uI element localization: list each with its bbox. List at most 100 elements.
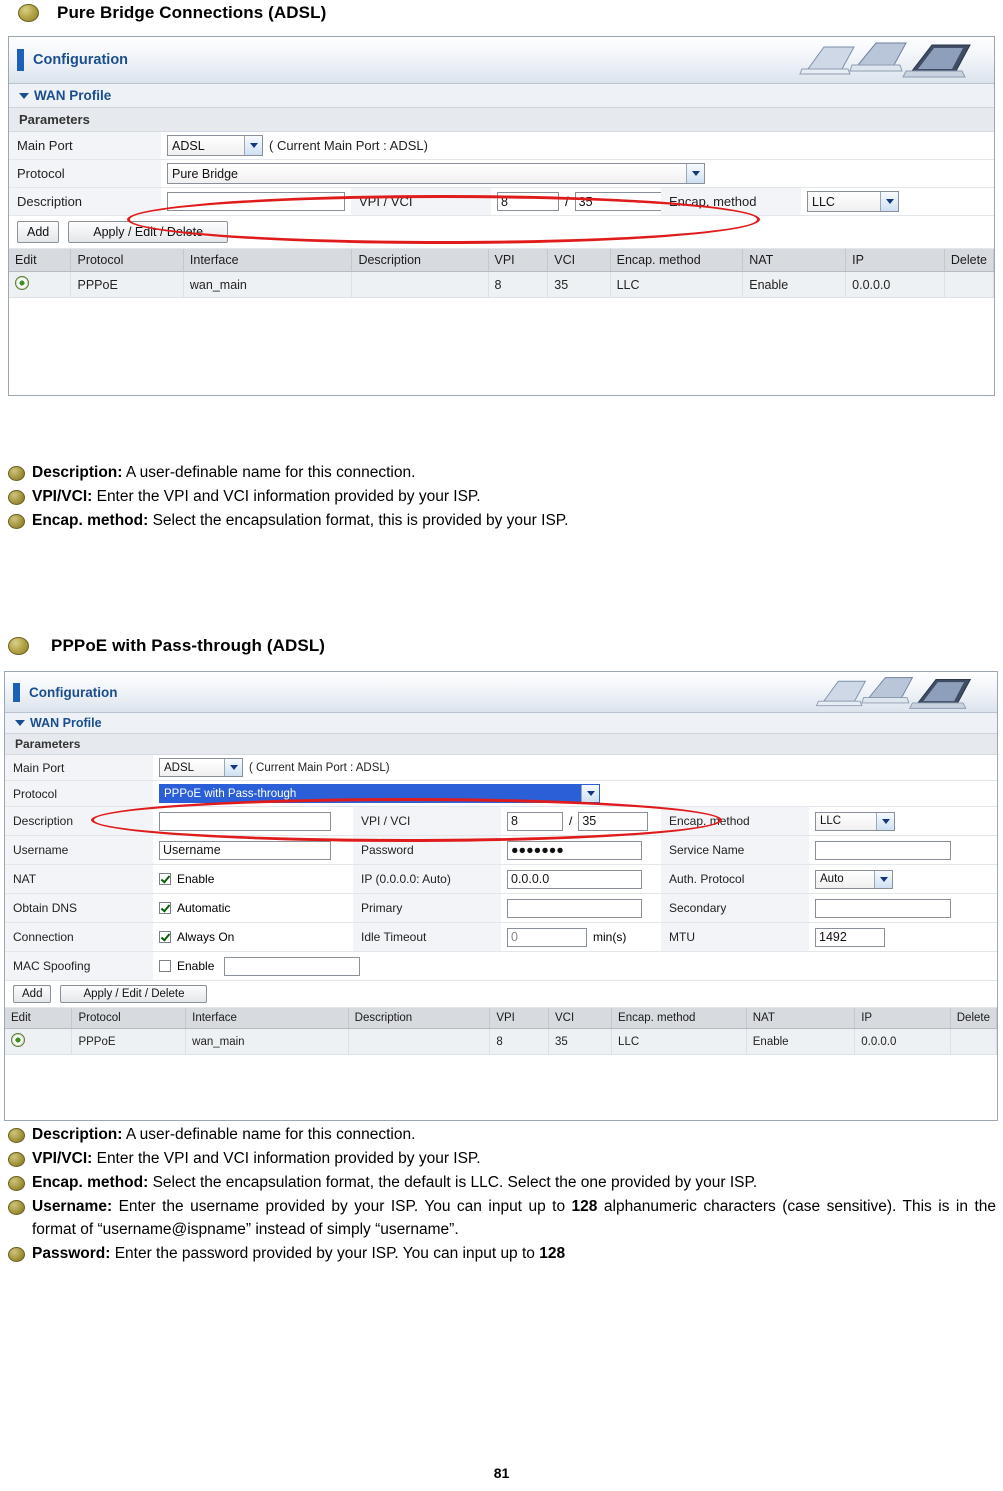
th-interface: Interface xyxy=(183,249,353,272)
always-on-checkbox[interactable] xyxy=(159,931,171,943)
th-ip: IP xyxy=(854,1008,951,1029)
cell-edit-radio[interactable] xyxy=(5,1028,73,1055)
main-port-select[interactable]: ADSL xyxy=(167,135,263,156)
nat-enable-checkbox[interactable] xyxy=(159,873,171,885)
bullet-vpi-vci: VPI/VCI: Enter the VPI and VCI informati… xyxy=(8,1148,996,1171)
description-input[interactable] xyxy=(167,192,345,211)
bullet-text: Username: Enter the username provided by… xyxy=(32,1196,996,1242)
add-button[interactable]: Add xyxy=(17,221,60,243)
primary-dns-input[interactable] xyxy=(507,898,642,918)
row-mac-spoofing: MAC Spoofing Enable xyxy=(5,952,997,981)
section-title-text: Pure Bridge Connections (ADSL) xyxy=(57,3,327,22)
cell-vpi: 8 xyxy=(489,1028,549,1055)
bullet-ball-icon xyxy=(8,1175,25,1191)
field-secondary-dns xyxy=(809,896,957,921)
collapse-caret-icon[interactable] xyxy=(15,720,25,726)
wan-profile-label: WAN Profile xyxy=(34,88,112,103)
field-mtu xyxy=(809,925,891,950)
description-input[interactable] xyxy=(159,811,331,831)
bullet-ball-icon xyxy=(8,1199,25,1215)
mtu-input[interactable] xyxy=(815,927,885,947)
edit-radio-icon[interactable] xyxy=(11,1033,25,1047)
encap-method-value: LLC xyxy=(820,815,842,827)
apply-edit-delete-button[interactable]: Apply / Edit / Delete xyxy=(60,985,208,1003)
chevron-down-icon[interactable] xyxy=(224,759,242,776)
field-vpi-vci: / xyxy=(501,809,661,834)
bullets-pppoe-passthrough: Description: A user-definable name for t… xyxy=(8,1124,996,1267)
bullet-description: Description: A user-definable name for t… xyxy=(8,1124,996,1147)
vpi-input[interactable] xyxy=(507,811,563,831)
th-edit: Edit xyxy=(9,249,72,272)
edit-radio-icon[interactable] xyxy=(15,276,29,290)
wan-profile-table: Edit Protocol Interface Description VPI … xyxy=(5,1008,998,1055)
chevron-down-icon[interactable] xyxy=(874,870,892,888)
row-main-port: Main Port ADSL ( Current Main Port : ADS… xyxy=(5,755,997,781)
encap-method-select[interactable]: LLC xyxy=(815,811,895,831)
cell-vci: 35 xyxy=(547,271,611,298)
collapse-caret-icon[interactable] xyxy=(19,93,29,99)
encap-method-select[interactable]: LLC xyxy=(807,191,899,212)
parameters-title: Parameters xyxy=(9,108,994,132)
chevron-down-icon[interactable] xyxy=(876,812,894,830)
bullet-label: VPI/VCI: xyxy=(32,1149,93,1167)
obtain-dns-automatic-checkbox[interactable] xyxy=(159,902,171,914)
field-nat: Enable xyxy=(153,869,353,889)
vpi-input[interactable] xyxy=(497,192,559,211)
cell-delete[interactable] xyxy=(950,1028,998,1055)
add-button[interactable]: Add xyxy=(13,985,52,1003)
config-header: Configuration xyxy=(5,672,997,713)
th-ip: IP xyxy=(845,249,945,272)
protocol-select[interactable]: Pure Bridge xyxy=(167,163,705,184)
secondary-dns-input[interactable] xyxy=(815,898,951,918)
label-idle-timeout: Idle Timeout xyxy=(353,923,501,951)
apply-edit-delete-button[interactable]: Apply / Edit / Delete xyxy=(68,221,229,243)
row-obtain-dns: Obtain DNS Automatic Primary Secondary xyxy=(5,894,997,923)
chevron-down-icon[interactable] xyxy=(581,785,599,802)
ip-input[interactable] xyxy=(507,869,642,889)
header-accent-bar xyxy=(17,49,24,71)
password-input[interactable] xyxy=(507,840,642,860)
mac-spoofing-enable-checkbox[interactable] xyxy=(159,960,171,972)
vci-input[interactable] xyxy=(574,192,663,211)
bullet-text: Encap. method: Select the encapsulation … xyxy=(32,1172,996,1195)
mac-spoofing-input[interactable] xyxy=(224,956,361,976)
service-name-input[interactable] xyxy=(815,840,951,860)
username-input[interactable] xyxy=(159,840,331,860)
chevron-down-icon[interactable] xyxy=(880,192,898,211)
chevron-down-icon[interactable] xyxy=(244,136,262,155)
cell-description xyxy=(348,1028,491,1055)
th-description: Description xyxy=(348,1008,491,1029)
bullet-vpi-vci: VPI/VCI: Enter the VPI and VCI informati… xyxy=(8,486,993,509)
idle-timeout-input[interactable] xyxy=(507,927,587,947)
bullet-username: Username: Enter the username provided by… xyxy=(8,1196,996,1242)
bullet-bold-number: 128 xyxy=(571,1197,598,1215)
auth-protocol-select[interactable]: Auto xyxy=(815,869,893,889)
main-port-value: ADSL xyxy=(172,138,205,153)
bullet-body: A user-definable name for this connectio… xyxy=(122,1126,416,1143)
th-edit: Edit xyxy=(5,1008,73,1029)
vci-input[interactable] xyxy=(578,811,649,831)
protocol-select[interactable]: PPPoE with Pass-through xyxy=(159,784,600,803)
cell-edit-radio[interactable] xyxy=(9,271,72,298)
cell-delete[interactable] xyxy=(944,271,995,298)
label-protocol: Protocol xyxy=(9,160,161,187)
main-port-select[interactable]: ADSL xyxy=(159,758,243,777)
cell-interface: wan_main xyxy=(183,271,353,298)
field-encap-method: LLC xyxy=(801,188,905,215)
obtain-dns-automatic-label: Automatic xyxy=(177,901,231,915)
auth-protocol-value: Auto xyxy=(820,873,844,885)
protocol-value: Pure Bridge xyxy=(172,166,239,181)
nat-enable-label: Enable xyxy=(177,872,215,886)
label-mac-spoofing: MAC Spoofing xyxy=(5,952,153,980)
mac-spoofing-enable-label: Enable xyxy=(177,959,215,973)
field-username xyxy=(153,838,353,863)
field-encap-method: LLC xyxy=(809,809,901,834)
row-connection: Connection Always On Idle Timeout min(s)… xyxy=(5,923,997,952)
chevron-down-icon[interactable] xyxy=(686,164,704,183)
th-protocol: Protocol xyxy=(71,1008,187,1029)
field-idle-timeout: min(s) xyxy=(501,925,661,950)
bullet-text: Encap. method: Select the encapsulation … xyxy=(32,510,993,533)
table-row: PPPoE wan_main 8 35 LLC Enable 0.0.0.0 xyxy=(9,271,995,298)
label-mtu: MTU xyxy=(661,923,809,951)
laptops-graphic-icon xyxy=(799,42,971,78)
